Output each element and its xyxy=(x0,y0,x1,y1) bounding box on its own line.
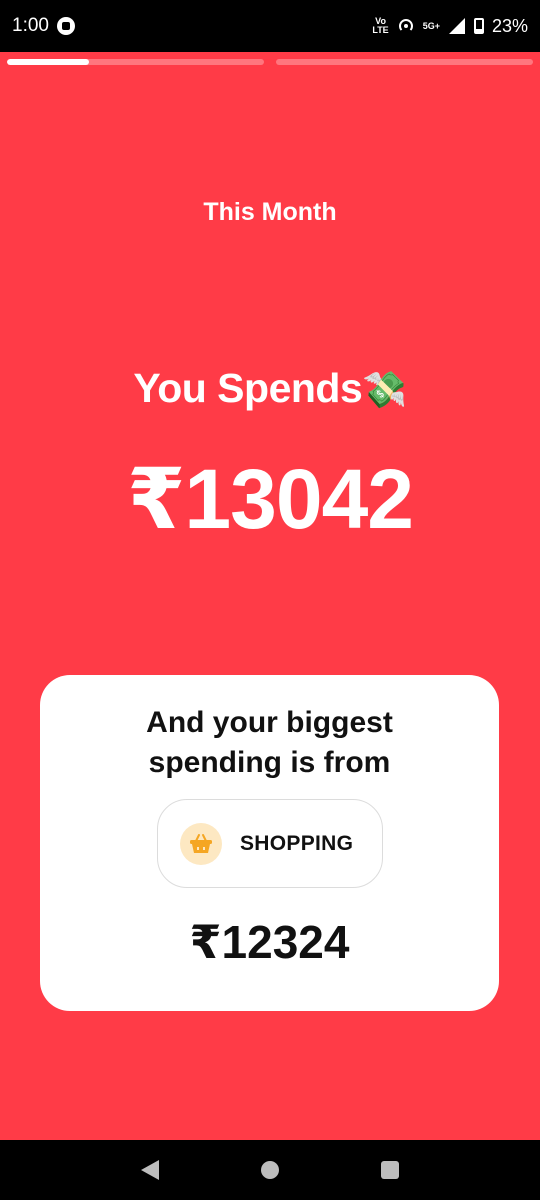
battery-percent: 23% xyxy=(491,15,528,36)
recents-icon[interactable] xyxy=(381,1161,399,1179)
progress-segment-2 xyxy=(276,59,533,65)
total-amount: ₹13042 xyxy=(126,452,414,546)
app-notification-icon xyxy=(56,17,75,35)
home-icon[interactable] xyxy=(261,1161,279,1179)
status-time: 1:00 xyxy=(12,15,49,36)
hotspot-icon xyxy=(398,19,413,31)
progress-segment-1 xyxy=(7,59,264,65)
category-chip[interactable]: SHOPPING xyxy=(157,799,383,888)
spends-title: You Spends💸 xyxy=(0,365,540,412)
battery-icon xyxy=(473,18,484,34)
category-amount: ₹12324 xyxy=(189,916,350,968)
navigation-bar xyxy=(0,1140,540,1200)
signal-icon xyxy=(448,18,465,34)
shopping-basket-icon xyxy=(180,822,222,865)
network-indicator: 5G+ xyxy=(422,20,440,31)
category-label: SHOPPING xyxy=(240,831,354,855)
back-icon[interactable] xyxy=(141,1160,159,1180)
spends-title-text: You Spends xyxy=(133,365,363,411)
period-label: This Month xyxy=(203,198,337,226)
progress-fill-1 xyxy=(7,59,90,65)
volte-indicator: Vo LTE xyxy=(372,17,388,35)
story-progress xyxy=(7,59,533,66)
money-with-wings-icon: 💸 xyxy=(362,369,407,410)
biggest-spending-card: And your biggest spending is from SHOPPI… xyxy=(40,675,499,1011)
status-right: Vo LTE 5G+ 23% xyxy=(372,16,528,37)
volte-line2: LTE xyxy=(372,25,389,35)
card-heading: And your biggest spending is from xyxy=(146,706,393,779)
status-bar: 1:00 Vo LTE 5G+ 23% xyxy=(0,0,540,52)
status-left: 1:00 xyxy=(12,15,75,37)
